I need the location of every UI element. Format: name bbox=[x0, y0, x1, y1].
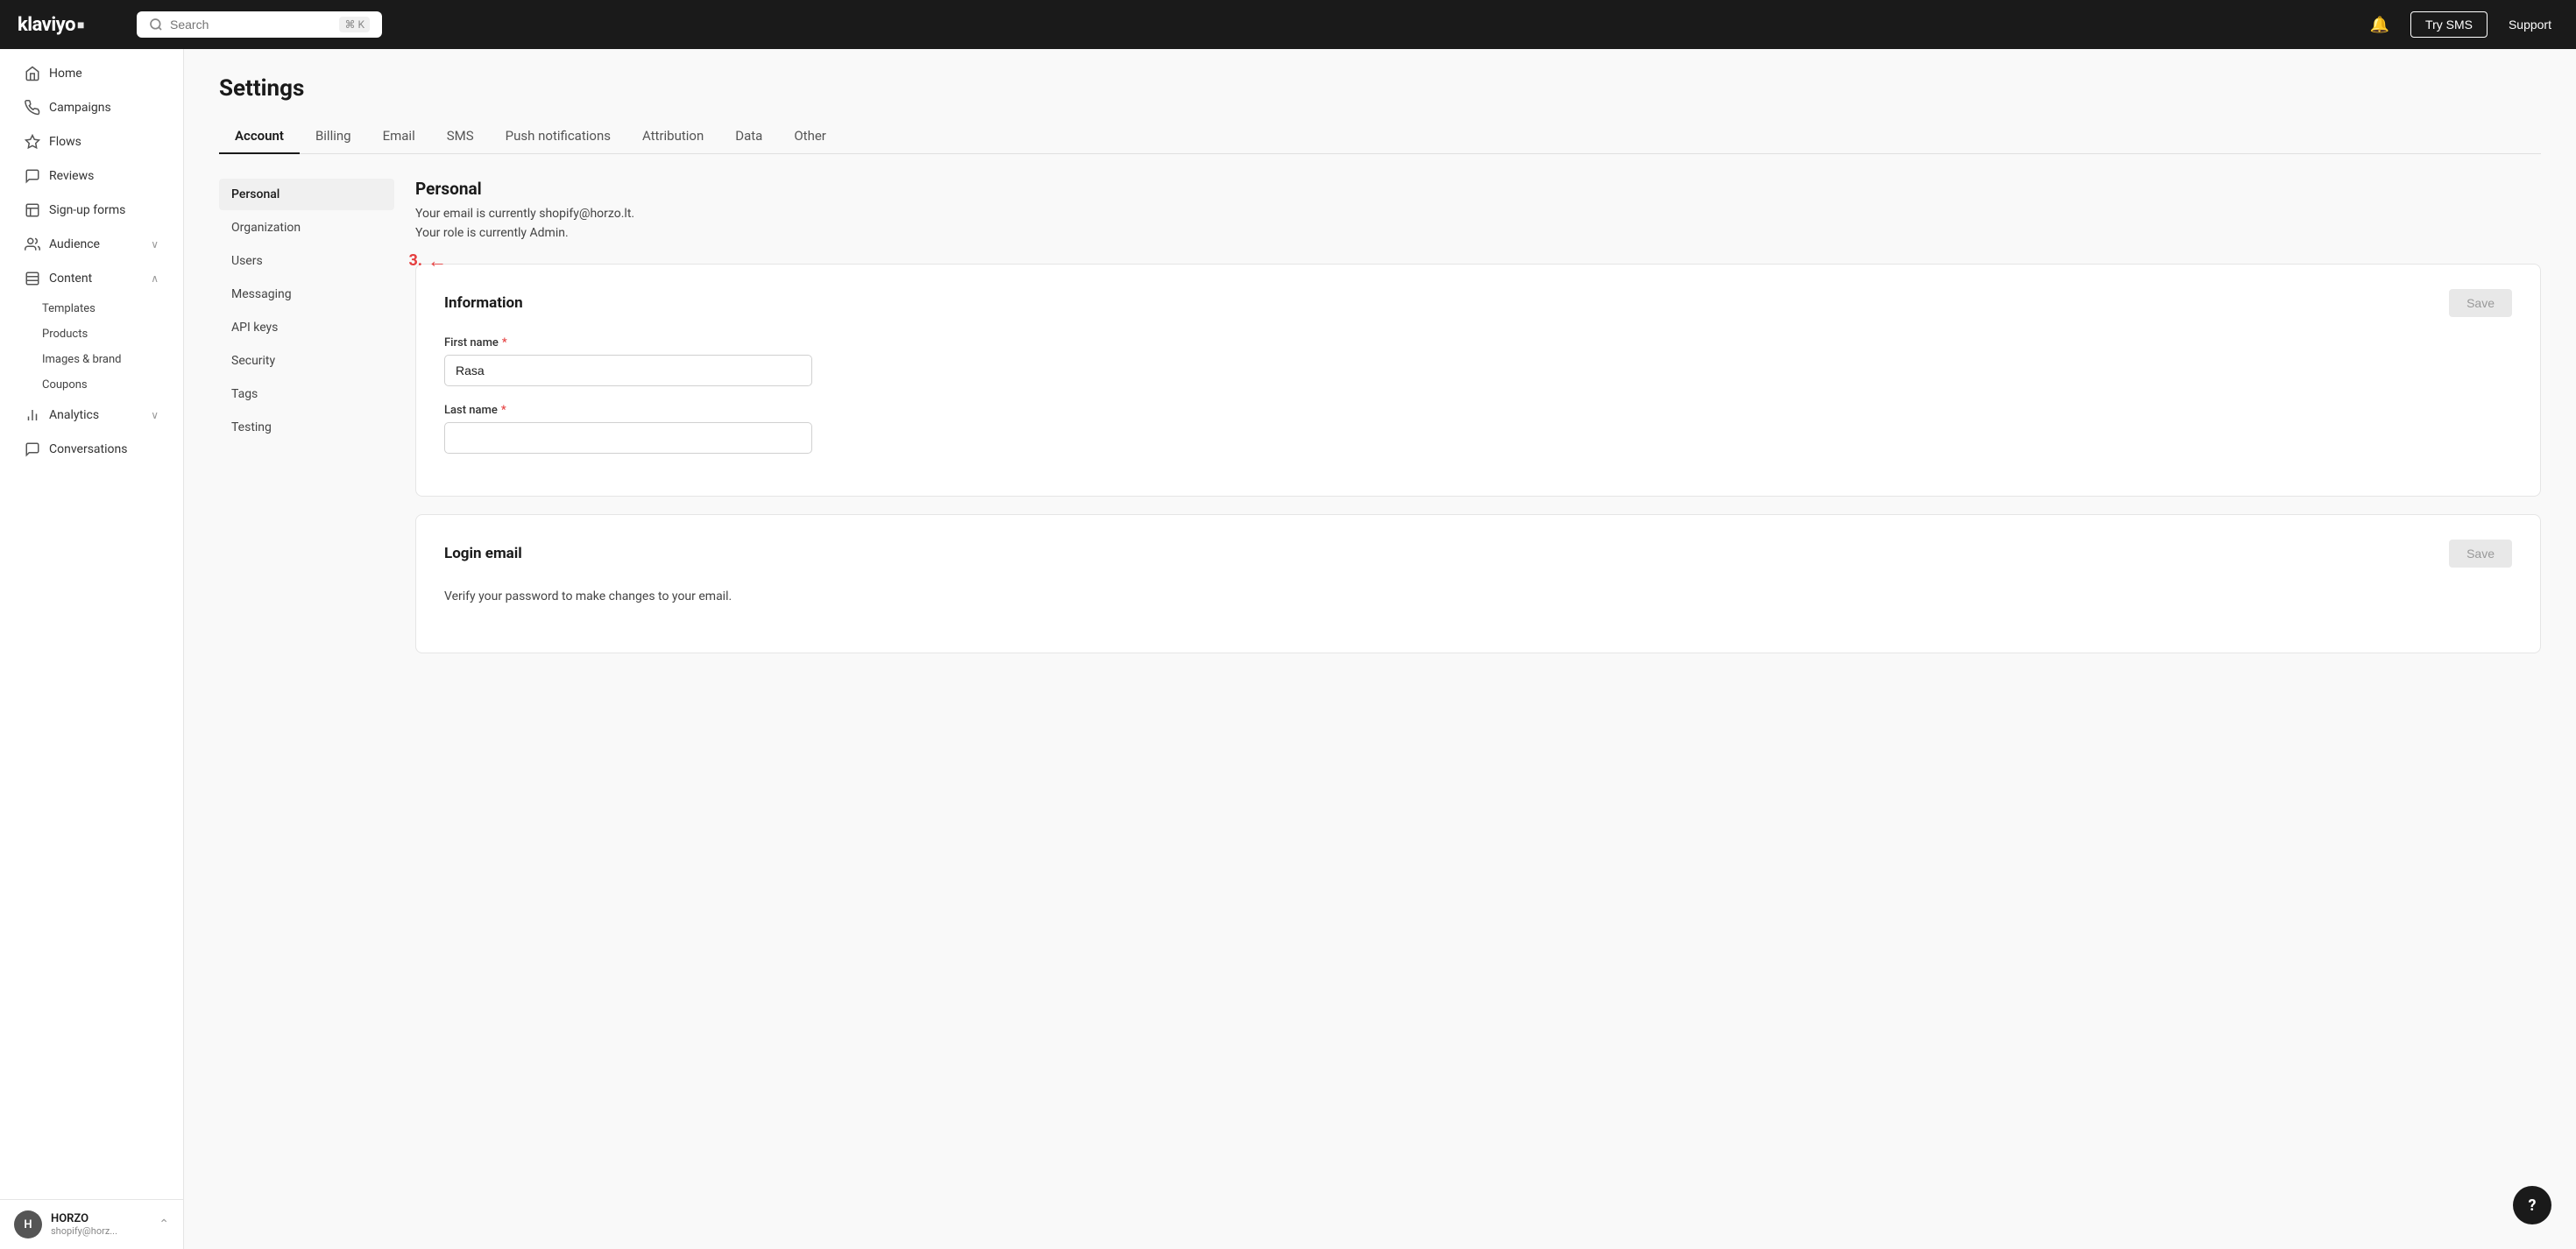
sidebar-item-coupons[interactable]: Coupons bbox=[42, 372, 183, 398]
information-card: Information Save First name * Last name … bbox=[415, 264, 2541, 497]
sidebar-nav: Home Campaigns Flows Reviews bbox=[0, 49, 183, 1199]
annotation: 3. ← bbox=[408, 250, 447, 272]
search-icon bbox=[149, 18, 163, 32]
analytics-chevron-icon: ∨ bbox=[151, 409, 159, 421]
tab-push[interactable]: Push notifications bbox=[490, 119, 626, 154]
settings-nav-api-keys[interactable]: API keys bbox=[219, 312, 394, 343]
settings-nav-organization[interactable]: Organization bbox=[219, 212, 394, 243]
sidebar-item-conversations[interactable]: Conversations bbox=[7, 433, 176, 466]
first-name-input[interactable] bbox=[444, 355, 812, 386]
annotation-number: 3. bbox=[408, 251, 422, 270]
sidebar-item-conversations-label: Conversations bbox=[49, 442, 127, 456]
information-card-title: Information bbox=[444, 294, 523, 312]
conversations-icon bbox=[25, 441, 40, 457]
first-name-label: First name * bbox=[444, 336, 2512, 349]
sidebar-item-signup-forms-label: Sign-up forms bbox=[49, 203, 125, 217]
reviews-icon bbox=[25, 168, 40, 184]
tab-data[interactable]: Data bbox=[719, 119, 778, 154]
notification-bell[interactable]: 🔔 bbox=[2363, 12, 2396, 38]
login-email-card-title: Login email bbox=[444, 545, 522, 562]
login-email-save-button[interactable]: Save bbox=[2449, 540, 2512, 568]
settings-layout: Personal Organization Users 3. ← Messagi… bbox=[219, 179, 2541, 671]
personal-role-line: Your role is currently Admin. bbox=[415, 226, 569, 240]
sidebar-item-signup-forms[interactable]: Sign-up forms bbox=[7, 194, 176, 227]
search-input[interactable] bbox=[170, 18, 332, 32]
sidebar-item-images-brand[interactable]: Images & brand bbox=[42, 347, 183, 372]
topnav: klaviyo■ ⌘ K 🔔 Try SMS Support bbox=[0, 0, 2576, 49]
personal-email-line: Your email is currently shopify@horzo.lt… bbox=[415, 207, 634, 221]
tab-account[interactable]: Account bbox=[219, 119, 300, 154]
sidebar: Home Campaigns Flows Reviews bbox=[0, 49, 184, 1249]
home-icon bbox=[25, 66, 40, 81]
logo-mark: ■ bbox=[77, 18, 84, 32]
first-name-field: First name * bbox=[444, 336, 2512, 386]
support-button[interactable]: Support bbox=[2502, 12, 2558, 37]
sidebar-item-home[interactable]: Home bbox=[7, 57, 176, 90]
settings-tabs: Account Billing Email SMS Push notificat… bbox=[219, 119, 2541, 154]
settings-nav-personal[interactable]: Personal bbox=[219, 179, 394, 210]
sidebar-item-reviews-label: Reviews bbox=[49, 169, 94, 183]
footer-company: HORZO bbox=[51, 1212, 150, 1225]
tab-other[interactable]: Other bbox=[778, 119, 842, 154]
content-submenu: Templates Products Images & brand Coupon… bbox=[0, 296, 183, 398]
information-save-button[interactable]: Save bbox=[2449, 289, 2512, 317]
login-email-card: Login email Save Verify your password to… bbox=[415, 514, 2541, 653]
help-button[interactable]: ? bbox=[2513, 1186, 2551, 1224]
flows-icon bbox=[25, 134, 40, 150]
tab-sms[interactable]: SMS bbox=[431, 119, 490, 154]
try-sms-button[interactable]: Try SMS bbox=[2410, 11, 2488, 38]
sidebar-item-products[interactable]: Products bbox=[42, 321, 183, 347]
tab-attribution[interactable]: Attribution bbox=[626, 119, 719, 154]
sidebar-item-home-label: Home bbox=[49, 67, 82, 81]
settings-nav-messaging[interactable]: Messaging bbox=[219, 279, 394, 310]
sidebar-item-content[interactable]: Content ∧ bbox=[7, 262, 176, 295]
settings-nav-testing[interactable]: Testing bbox=[219, 412, 394, 443]
last-name-label: Last name * bbox=[444, 404, 2512, 417]
analytics-icon bbox=[25, 407, 40, 423]
last-name-field: Last name * bbox=[444, 404, 2512, 454]
footer-chevron-icon: ⌃ bbox=[159, 1217, 169, 1231]
search-bar[interactable]: ⌘ K bbox=[137, 11, 382, 38]
sidebar-item-analytics[interactable]: Analytics ∨ bbox=[7, 399, 176, 432]
sidebar-item-flows-label: Flows bbox=[49, 135, 81, 149]
page-title: Settings bbox=[219, 75, 2541, 102]
login-email-description: Verify your password to make changes to … bbox=[444, 587, 2512, 606]
sidebar-item-flows[interactable]: Flows bbox=[7, 125, 176, 159]
tab-email[interactable]: Email bbox=[367, 119, 431, 154]
footer-email: shopify@horz... bbox=[51, 1225, 150, 1237]
last-name-required: * bbox=[501, 404, 506, 417]
search-shortcut: ⌘ K bbox=[339, 17, 370, 32]
sidebar-item-reviews[interactable]: Reviews bbox=[7, 159, 176, 193]
audience-icon bbox=[25, 236, 40, 252]
personal-section-title: Personal bbox=[415, 179, 2541, 199]
personal-description: Your email is currently shopify@horzo.lt… bbox=[415, 204, 2541, 243]
sidebar-item-content-label: Content bbox=[49, 272, 92, 286]
settings-nav-security[interactable]: Security bbox=[219, 345, 394, 377]
audience-chevron-icon: ∨ bbox=[151, 238, 159, 251]
first-name-required: * bbox=[502, 336, 507, 349]
personal-header-section: Personal Your email is currently shopify… bbox=[415, 179, 2541, 243]
avatar: H bbox=[14, 1210, 42, 1238]
content-icon bbox=[25, 271, 40, 286]
tab-billing[interactable]: Billing bbox=[300, 119, 367, 154]
logo-text: klaviyo bbox=[18, 14, 75, 36]
sidebar-footer[interactable]: H HORZO shopify@horz... ⌃ bbox=[0, 1199, 183, 1249]
sidebar-item-analytics-label: Analytics bbox=[49, 408, 99, 422]
last-name-input[interactable] bbox=[444, 422, 812, 454]
forms-icon bbox=[25, 202, 40, 218]
logo[interactable]: klaviyo■ bbox=[18, 14, 123, 36]
sidebar-item-templates[interactable]: Templates bbox=[42, 296, 183, 321]
settings-content: Personal Your email is currently shopify… bbox=[415, 179, 2541, 671]
settings-nav-users[interactable]: Users 3. ← bbox=[219, 245, 394, 277]
sidebar-item-audience-label: Audience bbox=[49, 237, 100, 251]
main-content: Settings Account Billing Email SMS Push … bbox=[184, 49, 2576, 1249]
settings-sidebar: Personal Organization Users 3. ← Messagi… bbox=[219, 179, 394, 671]
campaigns-icon bbox=[25, 100, 40, 116]
content-chevron-icon: ∧ bbox=[151, 272, 159, 285]
sidebar-item-campaigns[interactable]: Campaigns bbox=[7, 91, 176, 124]
annotation-arrow-icon: ← bbox=[428, 250, 447, 272]
sidebar-item-campaigns-label: Campaigns bbox=[49, 101, 111, 115]
sidebar-item-audience[interactable]: Audience ∨ bbox=[7, 228, 176, 261]
settings-nav-tags[interactable]: Tags bbox=[219, 378, 394, 410]
